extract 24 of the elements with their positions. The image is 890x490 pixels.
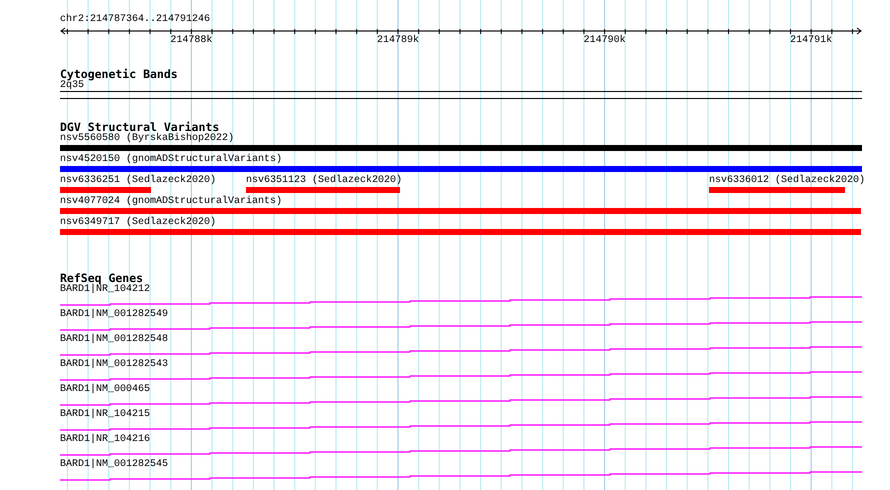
variant-label: nsv4520150 (gnomADStructuralVariants) xyxy=(60,154,282,165)
tick-label: 214789k xyxy=(376,35,419,47)
band-label: 2q35 xyxy=(60,80,84,91)
variant-label: nsv6349717 (Sedlazeck2020) xyxy=(60,217,216,228)
tick-label: 214790k xyxy=(584,35,626,47)
gene-label: BARD1|NM_001282549 xyxy=(60,309,168,320)
gene-label: BARD1|NM_000465 xyxy=(60,384,150,395)
variant-label: nsv6351123 (Sedlazeck2020) xyxy=(246,175,402,186)
gene-label: BARD1|NM_001282548 xyxy=(60,334,168,345)
gene-label: BARD1|NM_001282545 xyxy=(60,459,168,470)
track-title: RefSeq Genes xyxy=(60,272,144,284)
variant-label: nsv5560580 (ByrskaBishop2022) xyxy=(60,133,234,144)
variant-label: nsv6336251 (Sedlazeck2020) xyxy=(60,175,216,186)
location-label: chr2:214787364..214791246 xyxy=(60,14,210,26)
track-title: Cytogenetic Bands xyxy=(60,68,178,80)
tick-label: 214788k xyxy=(170,35,212,47)
gene-label: BARD1|NR_104215 xyxy=(60,409,150,420)
gene-label: BARD1|NM_001282543 xyxy=(60,359,168,370)
tick-label: 214791k xyxy=(790,35,832,47)
gene-label: BARD1|NR_104212 xyxy=(60,284,150,295)
variant-label: nsv6336012 (Sedlazeck2020) xyxy=(709,175,866,186)
gene-label: BARD1|NR_104216 xyxy=(60,434,150,445)
track-title: DGV Structural Variants xyxy=(60,121,220,133)
variant-label: nsv4077024 (gnomADStructuralVariants) xyxy=(60,196,282,207)
